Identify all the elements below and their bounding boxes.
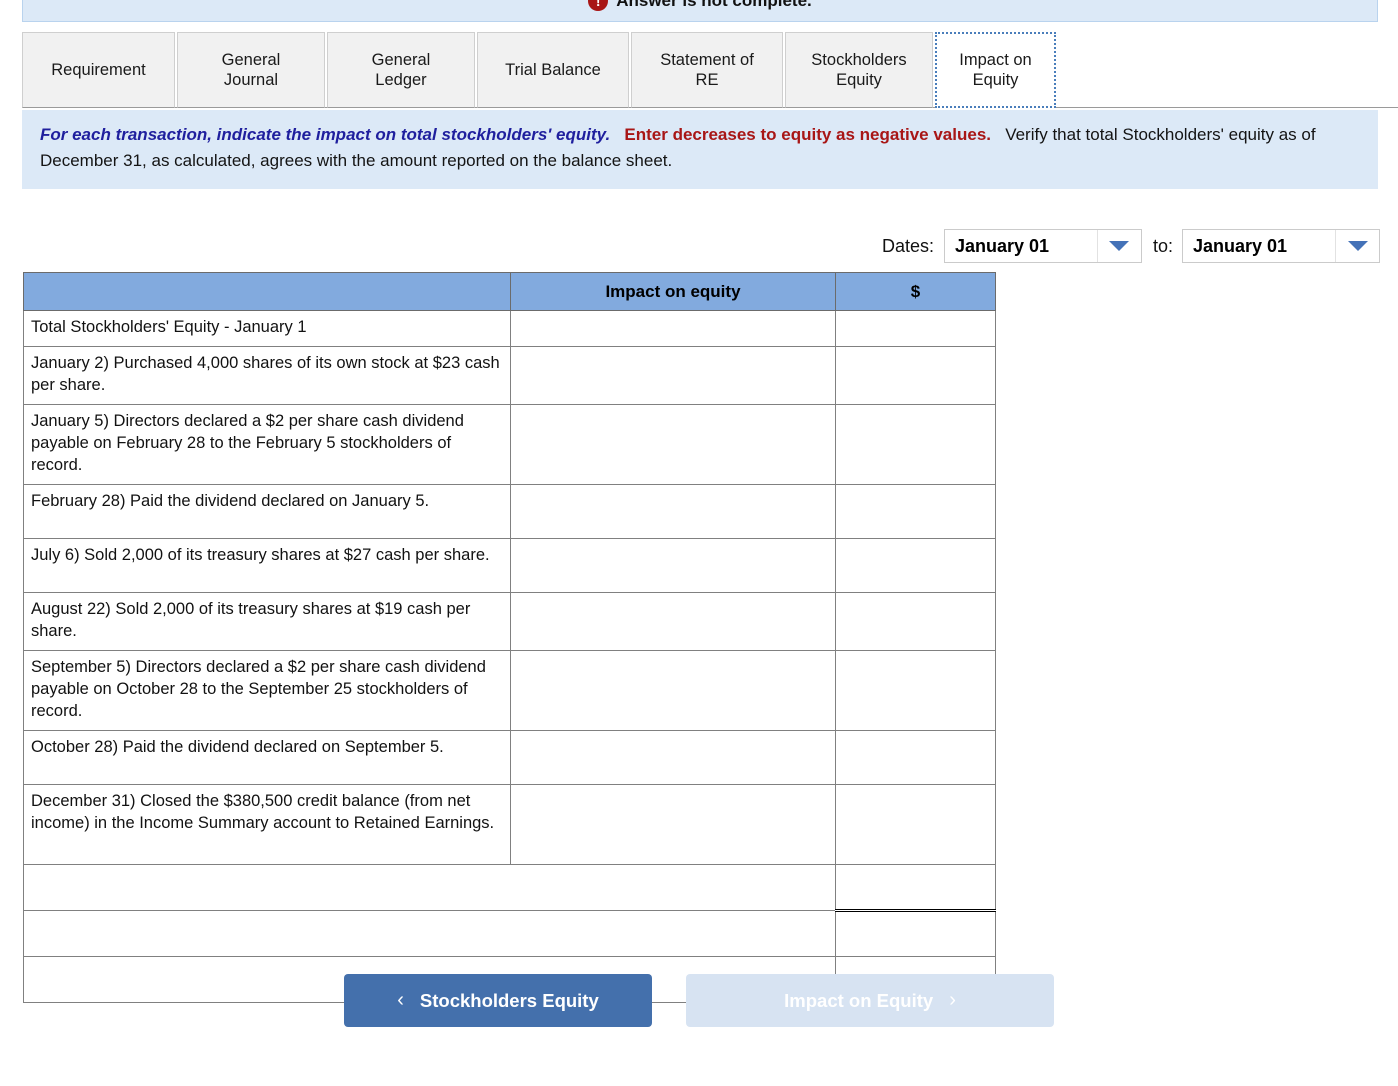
tab-trial-balance[interactable]: Trial Balance — [477, 32, 629, 108]
transaction-description: December 31) Closed the $380,500 credit … — [23, 783, 511, 865]
transaction-description: January 2) Purchased 4,000 shares of its… — [23, 346, 511, 405]
date-from-value: January 01 — [954, 235, 1050, 256]
date-to-select[interactable]: January 01 — [1182, 229, 1380, 263]
column-header-dollar: $ — [835, 272, 996, 311]
next-tab-label: Impact on Equity — [784, 989, 934, 1011]
date-from-select[interactable]: January 01 — [943, 229, 1142, 263]
next-tab-button[interactable]: Impact on Equity › — [686, 974, 1054, 1027]
amount-input[interactable] — [835, 591, 996, 651]
transaction-description: Total Stockholders' Equity - January 1 — [23, 310, 511, 347]
amount-input[interactable] — [835, 403, 996, 485]
total-label-input[interactable] — [23, 909, 836, 957]
chevron-right-icon: › — [949, 989, 956, 1011]
transaction-description: September 5) Directors declared a $2 per… — [23, 649, 511, 731]
instructions-banner: For each transaction, indicate the impac… — [22, 110, 1378, 189]
impact-on-equity-input[interactable] — [510, 346, 836, 405]
previous-tab-label: Stockholders Equity — [419, 989, 599, 1011]
instruction-warning: Enter decreases to equity as negative va… — [624, 125, 992, 144]
impact-on-equity-input[interactable] — [510, 783, 836, 865]
answer-status-banner: ! Answer is not complete. — [22, 0, 1378, 22]
impact-on-equity-table: Impact on equity $ Total Stockholders' E… — [23, 272, 996, 1003]
tab-general-journal[interactable]: General Journal — [177, 32, 325, 108]
chevron-left-icon: ‹ — [397, 989, 404, 1011]
total-amount-input[interactable] — [835, 863, 996, 912]
impact-on-equity-input[interactable] — [510, 403, 836, 485]
column-header-description — [23, 272, 511, 311]
amount-input[interactable] — [835, 729, 996, 785]
table-body: Total Stockholders' Equity - January 1 Ja… — [23, 310, 996, 1003]
table-total-row — [23, 863, 996, 912]
tab-impact-on-equity[interactable]: Impact on Equity — [935, 32, 1056, 108]
impact-on-equity-input[interactable] — [510, 591, 836, 651]
table-row: July 6) Sold 2,000 of its treasury share… — [23, 537, 996, 593]
table-header-row: Impact on equity $ — [23, 272, 996, 311]
chevron-down-icon[interactable] — [1096, 230, 1141, 262]
impact-on-equity-input[interactable] — [510, 537, 836, 593]
tab-statement-of-re[interactable]: Statement of RE — [631, 32, 783, 108]
tab-stockholders-equity[interactable]: Stockholders Equity — [785, 32, 933, 108]
date-to-value: January 01 — [1193, 235, 1288, 256]
amount-input[interactable] — [835, 537, 996, 593]
amount-input[interactable] — [835, 649, 996, 731]
amount-input[interactable] — [835, 483, 996, 539]
impact-on-equity-input[interactable] — [510, 310, 836, 347]
tab-bar: Requirement General Journal General Ledg… — [0, 30, 1398, 108]
table-row: October 28) Paid the dividend declared o… — [23, 729, 996, 785]
transaction-description: July 6) Sold 2,000 of its treasury share… — [23, 537, 511, 593]
transaction-description: February 28) Paid the dividend declared … — [23, 483, 511, 539]
transaction-description: October 28) Paid the dividend declared o… — [23, 729, 511, 785]
total-label-input[interactable] — [23, 863, 836, 911]
transaction-description: January 5) Directors declared a $2 per s… — [23, 403, 511, 485]
table-row: December 31) Closed the $380,500 credit … — [23, 783, 996, 865]
warning-icon: ! — [588, 0, 609, 11]
impact-on-equity-input[interactable] — [510, 649, 836, 731]
dates-filter: Dates: January 01 to: January 01 — [882, 229, 1380, 263]
impact-on-equity-input[interactable] — [510, 729, 836, 785]
chevron-down-icon[interactable] — [1335, 230, 1379, 262]
total-amount-input[interactable] — [835, 909, 996, 957]
table-total-row — [23, 909, 996, 957]
dates-to-label: to: — [1152, 235, 1173, 256]
impact-on-equity-input[interactable] — [510, 483, 836, 539]
table-row: January 2) Purchased 4,000 shares of its… — [23, 346, 996, 405]
amount-input[interactable] — [835, 783, 996, 865]
instruction-primary: For each transaction, indicate the impac… — [40, 125, 611, 144]
tab-general-ledger[interactable]: General Ledger — [327, 32, 475, 108]
amount-input[interactable] — [835, 346, 996, 405]
table-row: Total Stockholders' Equity - January 1 — [23, 310, 996, 347]
previous-tab-button[interactable]: ‹ Stockholders Equity — [344, 974, 652, 1027]
table-row: August 22) Sold 2,000 of its treasury sh… — [23, 591, 996, 651]
transaction-description: August 22) Sold 2,000 of its treasury sh… — [23, 591, 511, 651]
wizard-navigation: ‹ Stockholders Equity Impact on Equity › — [0, 974, 1398, 1027]
amount-input[interactable] — [835, 310, 996, 347]
answer-status-text: Answer is not complete. — [616, 0, 812, 10]
dates-label: Dates: — [881, 235, 934, 256]
column-header-impact-on-equity: Impact on equity — [510, 272, 836, 311]
table-row: February 28) Paid the dividend declared … — [23, 483, 996, 539]
table-row: January 5) Directors declared a $2 per s… — [23, 403, 996, 485]
tab-requirement[interactable]: Requirement — [22, 32, 175, 108]
table-row: September 5) Directors declared a $2 per… — [23, 649, 996, 731]
